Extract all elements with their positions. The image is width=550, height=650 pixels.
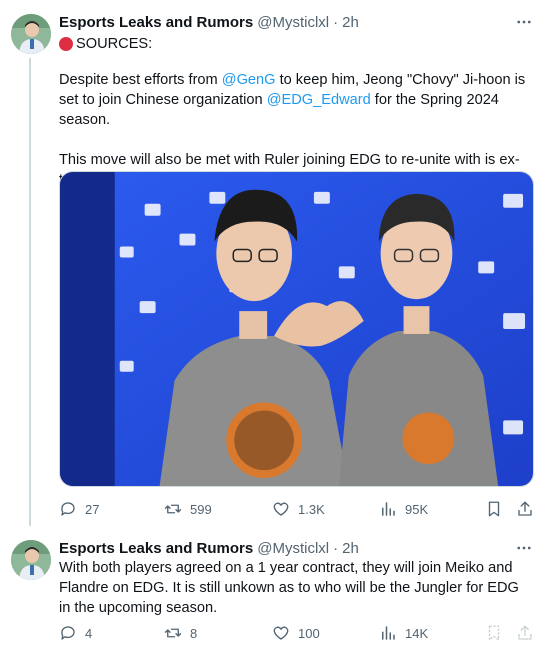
- bookmark-button[interactable]: [485, 624, 503, 642]
- retweet-icon: [164, 504, 182, 514]
- tweet-header: Esports Leaks and Rumors @Mysticlxl · 2h: [59, 12, 359, 32]
- more-icon: [517, 20, 531, 24]
- like-button[interactable]: 1.3K: [272, 500, 325, 518]
- reply-icon: [61, 502, 75, 516]
- tweet-2: Esports Leaks and Rumors @Mysticlxl · 2h…: [0, 526, 550, 650]
- tweet-paragraph-1: Despite best efforts from @GenG to keep …: [59, 70, 529, 130]
- views-icon: [382, 502, 395, 516]
- share-icon: [518, 625, 532, 640]
- avatar[interactable]: [11, 540, 51, 580]
- red-circle-icon: [59, 37, 73, 51]
- mention-geng[interactable]: @GenG: [222, 72, 276, 88]
- tweet-1: Esports Leaks and Rumors @Mysticlxl · 2h…: [0, 0, 550, 526]
- views-icon: [382, 626, 395, 640]
- timestamp[interactable]: 2h: [342, 14, 359, 31]
- retweet-button[interactable]: 599: [164, 500, 212, 518]
- display-name[interactable]: Esports Leaks and Rumors: [59, 14, 253, 31]
- separator-dot: ·: [333, 13, 339, 31]
- tweet-header: Esports Leaks and Rumors @Mysticlxl · 2h: [59, 538, 359, 558]
- bookmark-icon: [488, 501, 500, 517]
- like-button[interactable]: 100: [272, 624, 320, 642]
- reply-button[interactable]: 27: [59, 500, 99, 518]
- share-button[interactable]: [516, 624, 534, 642]
- like-icon: [273, 502, 289, 516]
- thread-line: [29, 58, 31, 526]
- more-button[interactable]: [510, 538, 538, 558]
- retweet-count: 8: [190, 625, 198, 641]
- reply-count: 27: [85, 501, 100, 517]
- handle[interactable]: @Mysticlxl: [257, 540, 329, 557]
- tweet-actions: 4 8 100 14K: [59, 623, 535, 643]
- share-button[interactable]: [516, 500, 534, 518]
- retweet-icon: [164, 628, 182, 638]
- views-button[interactable]: 95K: [379, 500, 428, 518]
- reply-count: 4: [85, 625, 93, 641]
- more-icon: [517, 546, 531, 550]
- views-count: 95K: [405, 501, 429, 517]
- reply-button[interactable]: 4: [59, 624, 92, 642]
- like-count: 1.3K: [298, 501, 325, 517]
- text-span: Despite best efforts from: [59, 72, 222, 88]
- like-icon: [273, 626, 289, 640]
- more-button[interactable]: [510, 12, 538, 32]
- retweet-count: 599: [190, 501, 212, 517]
- tweet-photo[interactable]: [59, 171, 534, 487]
- retweet-button[interactable]: 8: [164, 624, 197, 642]
- tweet-actions: 27 599 1.3K 95K: [59, 499, 535, 519]
- bookmark-button[interactable]: [485, 500, 503, 518]
- bookmark-icon: [488, 625, 500, 641]
- reply-icon: [61, 626, 75, 640]
- views-button[interactable]: 14K: [379, 624, 428, 642]
- tweet-text: With both players agreed on a 1 year con…: [59, 560, 519, 616]
- separator-dot: ·: [333, 539, 339, 557]
- like-count: 100: [298, 625, 320, 641]
- display-name[interactable]: Esports Leaks and Rumors: [59, 540, 253, 557]
- tweet-text: SOURCES: Despite best efforts from @GenG…: [59, 34, 529, 190]
- sources-label: SOURCES:: [76, 36, 153, 52]
- timestamp[interactable]: 2h: [342, 540, 359, 557]
- sources-line: SOURCES:: [59, 34, 529, 54]
- views-count: 14K: [405, 625, 429, 641]
- avatar[interactable]: [11, 14, 51, 54]
- mention-edg[interactable]: @EDG_Edward: [267, 92, 371, 108]
- handle[interactable]: @Mysticlxl: [257, 14, 329, 31]
- players-photo: [60, 172, 533, 486]
- share-icon: [518, 501, 532, 516]
